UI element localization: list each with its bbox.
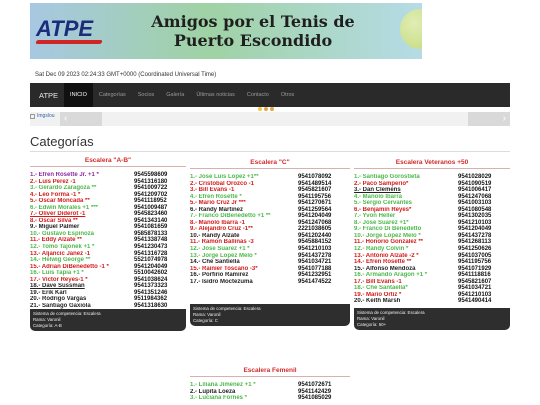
ladder-title: Escalera "A-B" [84, 157, 132, 164]
ladder-title: Escalera Veteranos +50 [395, 159, 469, 166]
ladder-title: Escalera "C" [250, 159, 290, 166]
header-banner: ATPE Amigos por el Tenis de Puerto Escon… [30, 3, 422, 59]
ladder-list: 1.- Liliana Jimenez +1 * 9541072671 2.- Lu… [190, 382, 350, 402]
nav-item-otros[interactable]: Otros [275, 83, 300, 107]
ladder-a-b: Escalera "A-B" 1.- Efren Rosette Jr. +1 … [30, 156, 186, 332]
date-display: Sat Dec 09 2023 02:24:33 GMT+0000 (Coord… [35, 72, 217, 78]
nav-item-noticias[interactable]: Últimas noticias [190, 83, 241, 107]
divider [30, 166, 186, 167]
player-name: 17.- Isidro Moctezuma [190, 278, 253, 285]
player-phone: 9541490414 [458, 298, 492, 305]
ladder-info-box: Sistema de competencia: Escalera Rama: V… [354, 307, 510, 330]
info-category: Categoría: 50+ [357, 321, 387, 327]
ladder-femenil: Escalera Femenil 1.- Liliana Jimenez +1 … [190, 366, 350, 402]
ladder-list: 1.- Efren Rosette Jr. +1 * 9545598609 2.- … [30, 172, 186, 309]
info-category: Categoría: C [193, 318, 218, 324]
carousel-dot[interactable] [258, 107, 262, 111]
logo-text: ATPE [36, 16, 94, 41]
ladder-info-box: Sistema de competencia: Escalera Rama: V… [190, 304, 350, 327]
player-row: 20.- Keith Marsh 9541490414 [354, 298, 510, 305]
banner-title-line2: Puerto Escondido [173, 31, 333, 50]
carousel-dot[interactable] [264, 107, 268, 111]
carousel-prev-arrow-icon[interactable]: ‹ [60, 112, 102, 126]
banner-title: Amigos por el Tenis de Puerto Escondido [128, 12, 378, 50]
nav-item-categorias[interactable]: Categorías [93, 83, 132, 107]
divider [30, 151, 510, 152]
nav-item-galeria[interactable]: Galería [160, 83, 190, 107]
logo-swoosh-icon [35, 40, 103, 44]
carousel-indicators [258, 107, 274, 111]
ladder-title: Escalera Femenil [243, 367, 297, 374]
player-phone: 9541474522 [298, 278, 332, 285]
section-title: Categorías [30, 134, 94, 149]
player-row: 3.- Luciana Fornes * 9541085029 [190, 395, 350, 402]
nav-item-socios[interactable]: Socios [132, 83, 161, 107]
nav-item-inicio[interactable]: INICIO [64, 83, 93, 107]
ladder-list: 1.- Jose Luis Lopez +1** 9541078092 2.- Cr… [190, 174, 350, 285]
broken-image: Imgslou [30, 113, 55, 119]
player-row: 21.- Santiago Gaxiola 9541318630 [30, 303, 186, 310]
nav-item-contacto[interactable]: Contacto [241, 83, 275, 107]
player-name: 21.- Santiago Gaxiola [30, 302, 91, 309]
divider [354, 168, 510, 169]
player-name: 20.- Keith Marsh [354, 298, 401, 305]
player-row: 17.- Isidro Moctezuma 9541474522 [190, 279, 350, 286]
tennis-ball-icon [400, 9, 422, 49]
navbar-brand[interactable]: ATPE [34, 91, 64, 100]
info-category: Categoría: A-B [33, 323, 62, 329]
carousel-dot[interactable] [270, 107, 274, 111]
divider [190, 168, 350, 169]
broken-image-icon [30, 113, 35, 119]
ladder-list: 1.- Santiago Gorostieta 9541028029 2.- Pac… [354, 174, 510, 305]
ladder-c: Escalera "C" 1.- Jose Luis Lopez +1** 954… [190, 158, 350, 327]
atpe-logo[interactable]: ATPE [35, 16, 104, 44]
player-name: 3.- Luciana Fornes * [190, 395, 248, 402]
ladder-veteranos: Escalera Veteranos +50 1.- Santiago Goro… [354, 158, 510, 330]
main-navbar: ATPE INICIO Categorías Socios Galería Úl… [30, 83, 510, 107]
player-phone: 9541085029 [298, 395, 332, 402]
image-alt-text: Imgslou [37, 113, 55, 119]
ladder-info-box: Sistema de competencia: Escalera Rama: V… [30, 309, 186, 332]
carousel-next-arrow-icon[interactable]: › [468, 112, 510, 126]
image-carousel: Imgslou ‹ › [30, 112, 510, 126]
banner-title-line1: Amigos por el Tenis de [151, 12, 355, 31]
divider [190, 376, 350, 377]
player-phone: 9541318630 [134, 302, 168, 309]
